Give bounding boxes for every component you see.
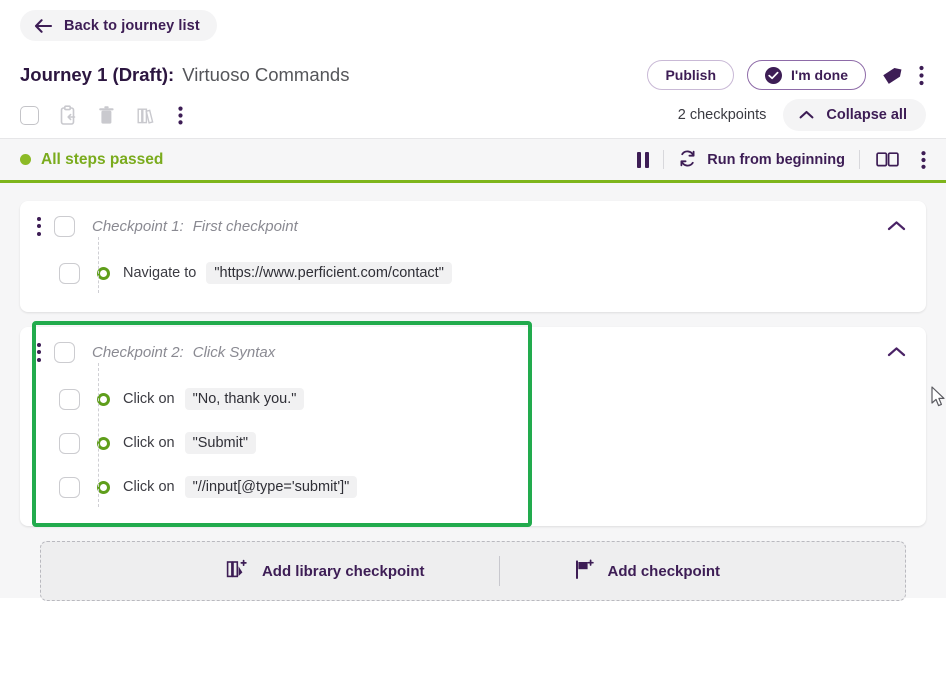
step-row[interactable]: Click on "Submit"	[20, 421, 926, 465]
selection-toolbar: 2 checkpoints Collapse all	[0, 92, 946, 139]
split-panel-icon[interactable]	[874, 148, 902, 171]
refresh-icon	[678, 149, 697, 171]
checkpoint-checkbox[interactable]	[54, 342, 75, 363]
step-checkbox[interactable]	[59, 389, 80, 410]
page-header: Back to journey list Journey 1 (Draft): …	[0, 0, 946, 92]
add-checkpoint-bar: Add library checkpoint Add checkpoint	[40, 541, 906, 601]
step-value: "https://www.perficient.com/contact"	[206, 262, 452, 284]
step-value: "//input[@type='submit']"	[185, 476, 358, 498]
status-actions: Run from beginning	[637, 148, 928, 172]
select-all-checkbox[interactable]	[20, 106, 39, 125]
checkpoint-more-menu-icon[interactable]	[30, 212, 48, 241]
checkpoint-title: Checkpoint 1: First checkpoint	[92, 218, 298, 235]
publish-button[interactable]: Publish	[647, 60, 734, 90]
checkpoints-canvas: Checkpoint 1: First checkpoint Navigate t…	[0, 183, 946, 598]
im-done-label: I'm done	[791, 67, 848, 83]
check-circle-icon	[765, 67, 782, 84]
step-action-label: Click on	[123, 479, 175, 495]
flag-add-icon	[574, 559, 595, 583]
status-more-menu-icon[interactable]	[919, 148, 928, 172]
library-add-icon	[226, 559, 249, 583]
back-button-label: Back to journey list	[64, 18, 200, 34]
arrow-left-icon	[34, 19, 53, 33]
add-library-checkpoint-button[interactable]: Add library checkpoint	[200, 559, 451, 583]
status-dot-icon	[20, 154, 31, 165]
divider	[663, 150, 664, 169]
divider	[499, 556, 500, 586]
title-row: Journey 1 (Draft): Virtuoso Commands Pub…	[20, 58, 926, 92]
checkpoint-checkbox[interactable]	[54, 216, 75, 237]
step-value: "Submit"	[185, 432, 256, 454]
collapse-all-label: Collapse all	[826, 107, 907, 123]
header-more-menu-icon[interactable]	[917, 63, 926, 88]
checkpoint-collapse-icon[interactable]	[881, 214, 912, 238]
spacer	[910, 150, 911, 169]
journey-name: Virtuoso Commands	[182, 64, 349, 86]
publish-label: Publish	[665, 67, 716, 83]
step-checkbox[interactable]	[59, 477, 80, 498]
execution-status-bar: All steps passed Run from beginning	[0, 139, 946, 183]
add-checkpoint-button[interactable]: Add checkpoint	[548, 559, 747, 583]
checkpoint-more-menu-icon[interactable]	[30, 338, 48, 367]
step-action-label: Click on	[123, 435, 175, 451]
page-title: Journey 1 (Draft):	[20, 64, 174, 86]
step-row[interactable]: Navigate to "https://www.perficient.com/…	[20, 251, 926, 295]
checkpoint-card: Checkpoint 2: Click Syntax Click on "No, …	[20, 327, 926, 526]
add-library-checkpoint-label: Add library checkpoint	[262, 563, 425, 580]
checkpoint-header: Checkpoint 1: First checkpoint	[20, 201, 926, 251]
back-to-journey-list-button[interactable]: Back to journey list	[20, 10, 217, 41]
step-action-label: Click on	[123, 391, 175, 407]
step-row[interactable]: Click on "//input[@type='submit']"	[20, 465, 926, 509]
toolbar-more-menu-icon[interactable]	[176, 103, 185, 128]
clipboard-paste-icon[interactable]	[56, 103, 79, 128]
run-from-beginning-button[interactable]: Run from beginning	[678, 149, 845, 171]
checkpoint-name: Click Syntax	[193, 344, 276, 361]
toolbar-left-group	[20, 103, 185, 128]
library-books-icon[interactable]	[134, 103, 159, 128]
pause-icon[interactable]	[637, 152, 650, 168]
chevron-up-icon	[799, 108, 814, 123]
trash-icon[interactable]	[96, 103, 117, 128]
checkpoint-label: Checkpoint 1:	[92, 218, 184, 235]
checkpoint-label: Checkpoint 2:	[92, 344, 184, 361]
step-connector	[98, 237, 99, 293]
step-connector	[98, 363, 99, 507]
step-value: "No, thank you."	[185, 388, 305, 410]
step-checkbox[interactable]	[59, 433, 80, 454]
checkpoint-collapse-icon[interactable]	[881, 340, 912, 364]
step-row[interactable]: Click on "No, thank you."	[20, 377, 926, 421]
checkpoint-title: Checkpoint 2: Click Syntax	[92, 344, 275, 361]
run-from-beginning-label: Run from beginning	[707, 152, 845, 168]
checkpoint-card: Checkpoint 1: First checkpoint Navigate t…	[20, 201, 926, 312]
checkpoint-steps: Click on "No, thank you." Click on "Subm…	[20, 377, 926, 526]
checkpoint-count-label: 2 checkpoints	[678, 107, 767, 123]
tag-icon[interactable]	[879, 63, 904, 88]
status-text: All steps passed	[41, 151, 163, 169]
step-action-label: Navigate to	[123, 265, 196, 281]
checkpoint-header: Checkpoint 2: Click Syntax	[20, 327, 926, 377]
add-checkpoint-label: Add checkpoint	[608, 563, 721, 580]
journey-editor-page: Back to journey list Journey 1 (Draft): …	[0, 0, 946, 690]
checkpoint-steps: Navigate to "https://www.perficient.com/…	[20, 251, 926, 312]
im-done-button[interactable]: I'm done	[747, 60, 866, 90]
step-checkbox[interactable]	[59, 263, 80, 284]
checkpoint-name: First checkpoint	[193, 218, 298, 235]
header-actions: Publish I'm done	[647, 60, 926, 90]
divider	[859, 150, 860, 169]
collapse-all-button[interactable]: Collapse all	[783, 99, 926, 131]
toolbar-right-group: 2 checkpoints Collapse all	[678, 99, 926, 131]
